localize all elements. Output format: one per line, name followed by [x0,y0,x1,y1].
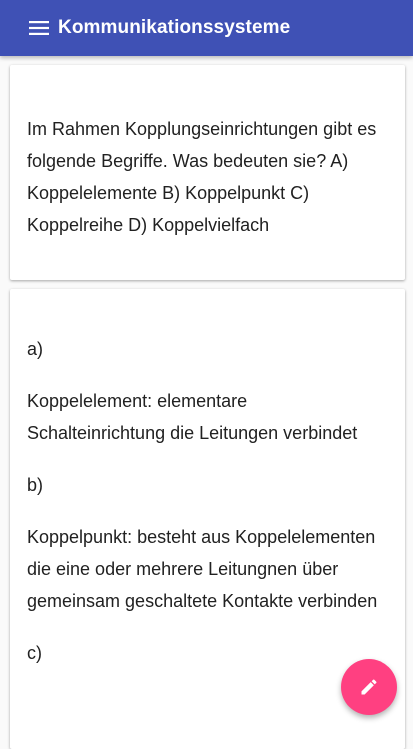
app-title: Kommunikationssysteme [58,17,291,38]
answer-label-a: a) [27,339,44,359]
menu-button[interactable] [27,0,51,56]
question-text: Im Rahmen Kopplungseinrichtungen gibt es… [27,119,377,235]
hamburger-menu-icon [29,21,49,35]
edit-fab-button[interactable] [341,659,397,715]
edit-pencil-icon [359,677,379,697]
answer-text-b: Koppelpunkt: besteht aus Koppelelementen… [27,527,378,611]
question-card: Im Rahmen Kopplungseinrichtungen gibt es… [10,65,405,280]
answer-label-b: b) [27,475,44,495]
answer-label-c: c) [27,643,42,663]
answer-text-a: Koppelelement: elementare Schalteinricht… [27,391,358,443]
app-bar: Kommunikationssysteme [0,0,413,56]
